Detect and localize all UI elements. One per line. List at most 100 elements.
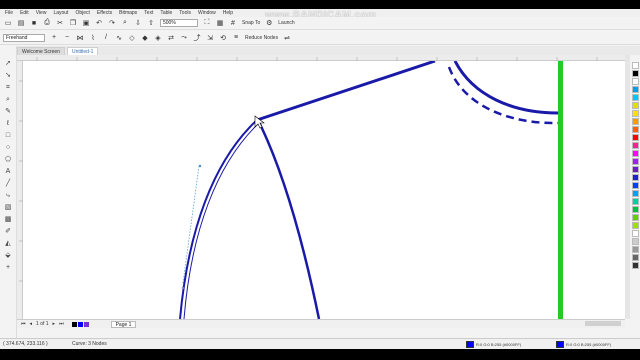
menu-table[interactable]: Table xyxy=(160,10,172,16)
connector-tool-icon[interactable]: ⤷ xyxy=(4,192,13,200)
menu-view[interactable]: View xyxy=(36,10,47,16)
cusp-node-icon[interactable]: ◇ xyxy=(128,34,136,42)
drawing-canvas[interactable] xyxy=(23,61,625,319)
side-seam-line[interactable] xyxy=(257,121,321,319)
palette-swatch[interactable] xyxy=(631,118,639,125)
palette-swatch[interactable] xyxy=(631,222,639,229)
export-icon[interactable]: ⇧ xyxy=(147,19,155,27)
to-curve-icon[interactable]: ∿ xyxy=(115,34,123,42)
next-page-icon[interactable]: ▸ xyxy=(53,321,56,327)
palette-swatch[interactable] xyxy=(631,190,639,197)
palette-swatch[interactable] xyxy=(631,62,639,69)
symmetric-node-icon[interactable]: ◈ xyxy=(154,34,162,42)
armhole-curve-inner[interactable] xyxy=(183,122,260,319)
undo-icon[interactable]: ↶ xyxy=(95,19,103,27)
node-delete-icon[interactable]: − xyxy=(63,34,71,42)
palette-swatch[interactable] xyxy=(631,102,639,109)
palette-swatch[interactable] xyxy=(631,214,639,221)
snap-to-dropdown[interactable]: Snap To xyxy=(242,20,260,26)
menu-layout[interactable]: Layout xyxy=(53,10,68,16)
menu-file[interactable]: File xyxy=(5,10,13,16)
palette-swatch[interactable] xyxy=(631,198,639,205)
doc-swatch-purple[interactable] xyxy=(83,321,89,327)
palette-swatch[interactable] xyxy=(631,206,639,213)
smoothness-icon[interactable]: ⇌ xyxy=(283,34,291,42)
tab-untitled-1[interactable]: Untitled-1 xyxy=(66,47,99,55)
join-nodes-icon[interactable]: ⋈ xyxy=(76,34,84,42)
crop-tool-icon[interactable]: ⌗ xyxy=(4,84,13,92)
reduce-nodes-button[interactable]: Reduce Nodes xyxy=(245,35,278,41)
control-point[interactable] xyxy=(198,164,202,168)
transparency-icon[interactable]: ▩ xyxy=(4,216,13,224)
menu-object[interactable]: Object xyxy=(75,10,89,16)
cut-icon[interactable]: ✂ xyxy=(56,19,64,27)
print-icon[interactable]: ⎙ xyxy=(43,19,51,27)
to-line-icon[interactable]: / xyxy=(102,34,110,42)
palette-swatch[interactable] xyxy=(631,150,639,157)
palette-swatch[interactable] xyxy=(631,254,639,261)
palette-swatch[interactable] xyxy=(631,134,639,141)
zoom-tool-icon[interactable]: ⌕ xyxy=(4,96,13,104)
rotate-icon[interactable]: ⟲ xyxy=(219,34,227,42)
last-page-icon[interactable]: ⏭ xyxy=(59,321,64,327)
parallel-dimension-icon[interactable]: ╱ xyxy=(4,180,13,188)
palette-swatch[interactable] xyxy=(631,158,639,165)
palette-swatch[interactable] xyxy=(631,238,639,245)
add-tool-icon[interactable]: + xyxy=(4,264,13,272)
pick-tool-icon[interactable]: ➚ xyxy=(4,60,13,68)
palette-swatch[interactable] xyxy=(631,86,639,93)
doc-swatch-black[interactable] xyxy=(71,321,77,327)
text-tool-icon[interactable]: A xyxy=(4,168,13,176)
grid-icon[interactable]: # xyxy=(229,19,237,27)
palette-swatch[interactable] xyxy=(631,246,639,253)
polygon-tool-icon[interactable]: ⬠ xyxy=(4,156,13,164)
artistic-media-icon[interactable]: ℓ xyxy=(4,120,13,128)
extract-subpath-icon[interactable]: ⤴ xyxy=(193,34,201,42)
palette-swatch[interactable] xyxy=(631,142,639,149)
menu-help[interactable]: Help xyxy=(223,10,233,16)
menu-tools[interactable]: Tools xyxy=(179,10,191,16)
options-gear-icon[interactable]: ⚙ xyxy=(265,19,273,27)
freehand-tool-icon[interactable]: ✎ xyxy=(4,108,13,116)
tool-mode-select[interactable]: Freehand xyxy=(3,33,45,42)
smart-fill-icon[interactable]: ⬙ xyxy=(4,252,13,260)
align-nodes-icon[interactable]: ≡ xyxy=(232,34,240,42)
reverse-direction-icon[interactable]: ⇄ xyxy=(167,34,175,42)
palette-swatch[interactable] xyxy=(631,166,639,173)
palette-swatch[interactable] xyxy=(631,182,639,189)
smooth-node-icon[interactable]: ◆ xyxy=(141,34,149,42)
palette-swatch[interactable] xyxy=(631,110,639,117)
doc-swatch-blue[interactable] xyxy=(77,321,83,327)
break-curve-icon[interactable]: ⌇ xyxy=(89,34,97,42)
shoulder-line[interactable] xyxy=(256,61,436,122)
horizontal-scrollbar[interactable] xyxy=(585,321,621,326)
save-icon[interactable]: ■ xyxy=(30,19,38,27)
drop-shadow-icon[interactable]: ▧ xyxy=(4,204,13,212)
ellipse-tool-icon[interactable]: ○ xyxy=(4,144,13,152)
green-vertical-guide[interactable] xyxy=(558,61,563,319)
canvas-drawing[interactable] xyxy=(23,61,625,319)
first-page-icon[interactable]: ⏮ xyxy=(21,321,26,327)
palette-swatch[interactable] xyxy=(631,230,639,237)
curve-node[interactable] xyxy=(181,286,185,290)
palette-swatch[interactable] xyxy=(631,78,639,85)
node-add-icon[interactable]: + xyxy=(50,34,58,42)
menu-bitmaps[interactable]: Bitmaps xyxy=(119,10,137,16)
interactive-fill-icon[interactable]: ◭ xyxy=(4,240,13,248)
stretch-icon[interactable]: ⇲ xyxy=(206,34,214,42)
open-icon[interactable]: ▤ xyxy=(17,19,25,27)
launch-dropdown[interactable]: Launch xyxy=(278,20,294,26)
rectangle-tool-icon[interactable]: □ xyxy=(4,132,13,140)
prev-page-icon[interactable]: ◂ xyxy=(30,321,33,327)
new-icon[interactable]: ▭ xyxy=(4,19,12,27)
tab-welcome-screen[interactable]: Welcome Screen xyxy=(17,47,65,55)
menu-effects[interactable]: Effects xyxy=(97,10,112,16)
menu-edit[interactable]: Edit xyxy=(20,10,29,16)
search-icon[interactable]: ⌕ xyxy=(121,19,129,27)
redo-icon[interactable]: ↷ xyxy=(108,19,116,27)
palette-swatch[interactable] xyxy=(631,126,639,133)
zoom-level-field[interactable]: 500% xyxy=(160,19,198,27)
extend-curve-icon[interactable]: ⤳ xyxy=(180,34,188,42)
palette-swatch[interactable] xyxy=(631,94,639,101)
fill-indicator[interactable]: R:0 G:0 B:255 (#0000FF) xyxy=(466,340,521,348)
